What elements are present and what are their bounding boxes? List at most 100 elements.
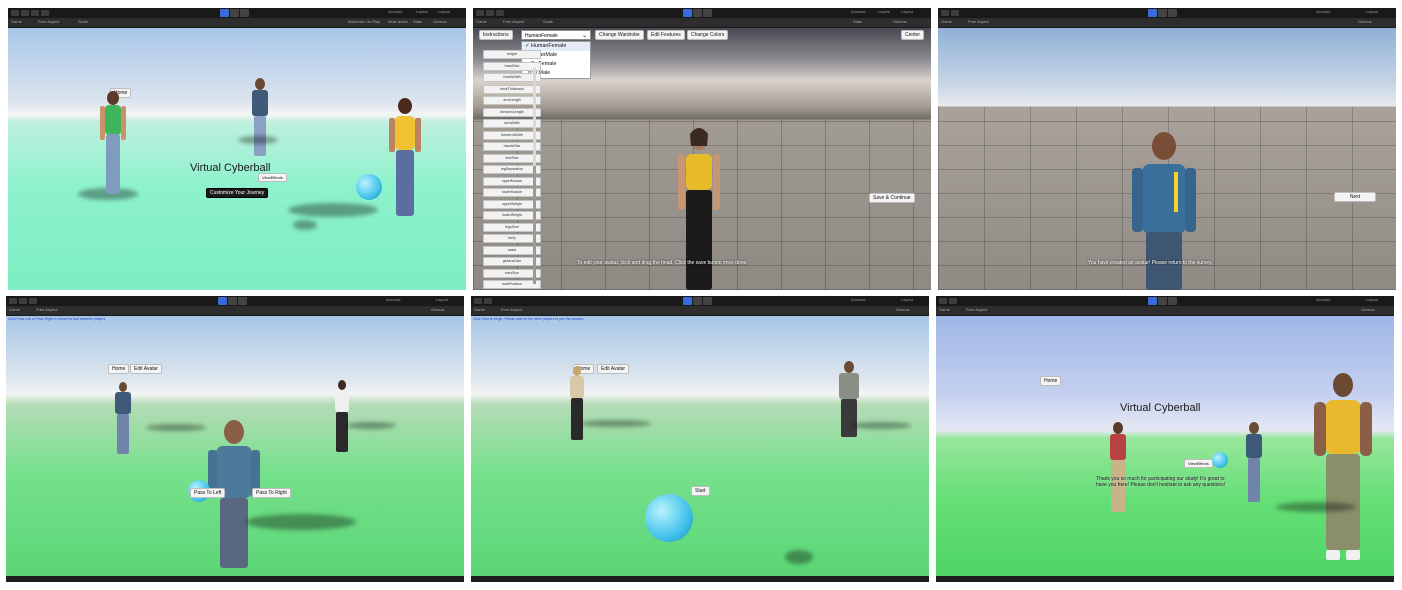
layout-dropdown[interactable]: Layout [901,297,913,302]
avatar-shadow [1276,502,1356,512]
edit-avatar-button[interactable]: Edit Avatar [130,364,163,374]
hand-tool-icon[interactable] [939,298,947,304]
game-view-bar: Game Free Aspect Scale Maximize On Play … [8,18,466,28]
pause-button[interactable] [693,297,702,305]
game-tab[interactable]: Game [474,307,485,312]
move-tool-icon[interactable] [484,298,492,304]
edit-features-button[interactable]: Edit Features [647,30,685,40]
rotate-tool-icon[interactable] [31,10,39,16]
game-tab[interactable]: Game [9,307,20,312]
play-button[interactable] [1148,297,1157,305]
step-button[interactable] [703,9,712,17]
stats-toggle[interactable]: Stats [413,19,422,24]
pause-button[interactable] [228,297,237,305]
customize-journey-button[interactable]: Customize Your Journey [206,188,269,198]
step-button[interactable] [703,297,712,305]
scale-slider[interactable]: Scale [78,19,88,24]
hand-tool-icon[interactable] [941,10,949,16]
aspect-dropdown[interactable]: Free Aspect [36,307,57,312]
account-dropdown[interactable]: Account [1316,297,1330,302]
hand-tool-icon[interactable] [476,10,484,16]
account-dropdown[interactable]: Account [851,297,865,302]
pause-button[interactable] [230,9,239,17]
rotate-tool-icon[interactable] [496,10,504,16]
account-dropdown[interactable]: Account [1316,9,1330,14]
game-viewport: Home Virtual Cyberball ViewEffects Custo… [8,28,466,290]
save-continue-button[interactable]: Save & Continue [869,193,915,203]
play-button[interactable] [218,297,227,305]
gizmos-dropdown[interactable]: Gizmos [1358,19,1372,24]
gizmos-dropdown[interactable]: Gizmos [431,307,445,312]
pause-button[interactable] [693,9,702,17]
game-tab[interactable]: Game [939,307,950,312]
gizmos-dropdown[interactable]: Gizmos [433,19,447,24]
account-dropdown[interactable]: Account [388,9,402,14]
home-button[interactable]: Home [1040,376,1062,386]
top-instruction: Click Pass Left or Pass Right to throw t… [8,317,106,321]
aspect-dropdown[interactable]: Free Aspect [503,19,524,24]
center-button[interactable]: Center [901,30,925,40]
hand-tool-icon[interactable] [11,10,19,16]
scale-tool-icon[interactable] [41,10,49,16]
cyberball [1212,452,1228,468]
game-tab[interactable]: Game [941,19,952,24]
editor-statusbar [6,576,464,582]
hand-tool-icon[interactable] [474,298,482,304]
slider-scroll-thumb[interactable] [533,166,536,284]
scale-slider[interactable]: Scale [543,19,553,24]
pass-left-button[interactable]: Pass To Left [190,488,226,498]
start-button[interactable]: Start [691,486,710,496]
gizmos-dropdown[interactable]: Gizmos [1361,307,1375,312]
play-button[interactable] [1148,9,1157,17]
hand-tool-icon[interactable] [9,298,17,304]
gizmos-dropdown[interactable]: Gizmos [893,19,907,24]
pause-button[interactable] [1158,9,1167,17]
play-button[interactable] [683,297,692,305]
aspect-dropdown[interactable]: Free Aspect [968,19,989,24]
play-button[interactable] [220,9,229,17]
play-button[interactable] [683,9,692,17]
mute-toggle[interactable]: Mute audio [388,19,408,24]
pause-button[interactable] [1158,297,1167,305]
gizmos-dropdown[interactable]: Gizmos [896,307,910,312]
game-tab[interactable]: Game [11,19,22,24]
edit-avatar-button[interactable]: Edit Avatar [597,364,630,374]
move-tool-icon[interactable] [21,10,29,16]
view-effects-button[interactable]: ViewEffects [1184,459,1213,468]
aspect-dropdown[interactable]: Free Aspect [501,307,522,312]
layout-dropdown[interactable]: Layout [438,9,450,14]
move-tool-icon[interactable] [19,298,27,304]
panel-thank-you: Account Layout Game Free Aspect Gizmos H… [936,296,1394,582]
step-button[interactable] [1168,9,1177,17]
game-tab[interactable]: Game [476,19,487,24]
layout-dropdown[interactable]: Layout [436,297,448,302]
step-button[interactable] [240,9,249,17]
account-dropdown[interactable]: Account [386,297,400,302]
home-button[interactable]: Home [108,364,130,374]
layers-dropdown[interactable]: Layers [878,9,890,14]
pass-right-button[interactable]: Pass To Right [252,488,291,498]
view-effects-button[interactable]: ViewEffects [258,173,287,182]
step-button[interactable] [238,297,247,305]
layout-dropdown[interactable]: Layout [1366,9,1378,14]
account-dropdown[interactable]: Account [851,9,865,14]
panel-gameplay-pass: Account Layout Game Free Aspect Gizmos C… [6,296,464,582]
move-tool-icon[interactable] [951,10,959,16]
aspect-dropdown[interactable]: Free Aspect [38,19,59,24]
aspect-dropdown[interactable]: Free Aspect [966,307,987,312]
stats-toggle[interactable]: Stats [853,19,862,24]
step-button[interactable] [1168,297,1177,305]
layout-dropdown[interactable]: Layout [901,9,913,14]
instructions-button[interactable]: Instructions [479,30,513,40]
change-colors-button[interactable]: Change Colors [687,30,729,40]
move-tool-icon[interactable] [486,10,494,16]
avatar-type-dropdown[interactable]: HumanFemale ⌄ [521,30,591,40]
maximize-toggle[interactable]: Maximize On Play [348,19,380,24]
move-tool-icon[interactable] [949,298,957,304]
rotate-tool-icon[interactable] [29,298,37,304]
layers-dropdown[interactable]: Layers [416,9,428,14]
feature-slider-height[interactable]: height [483,50,541,59]
next-button[interactable]: Next [1334,192,1376,202]
layout-dropdown[interactable]: Layout [1366,297,1378,302]
change-wardrobe-button[interactable]: Change Wardrobe [595,30,644,40]
